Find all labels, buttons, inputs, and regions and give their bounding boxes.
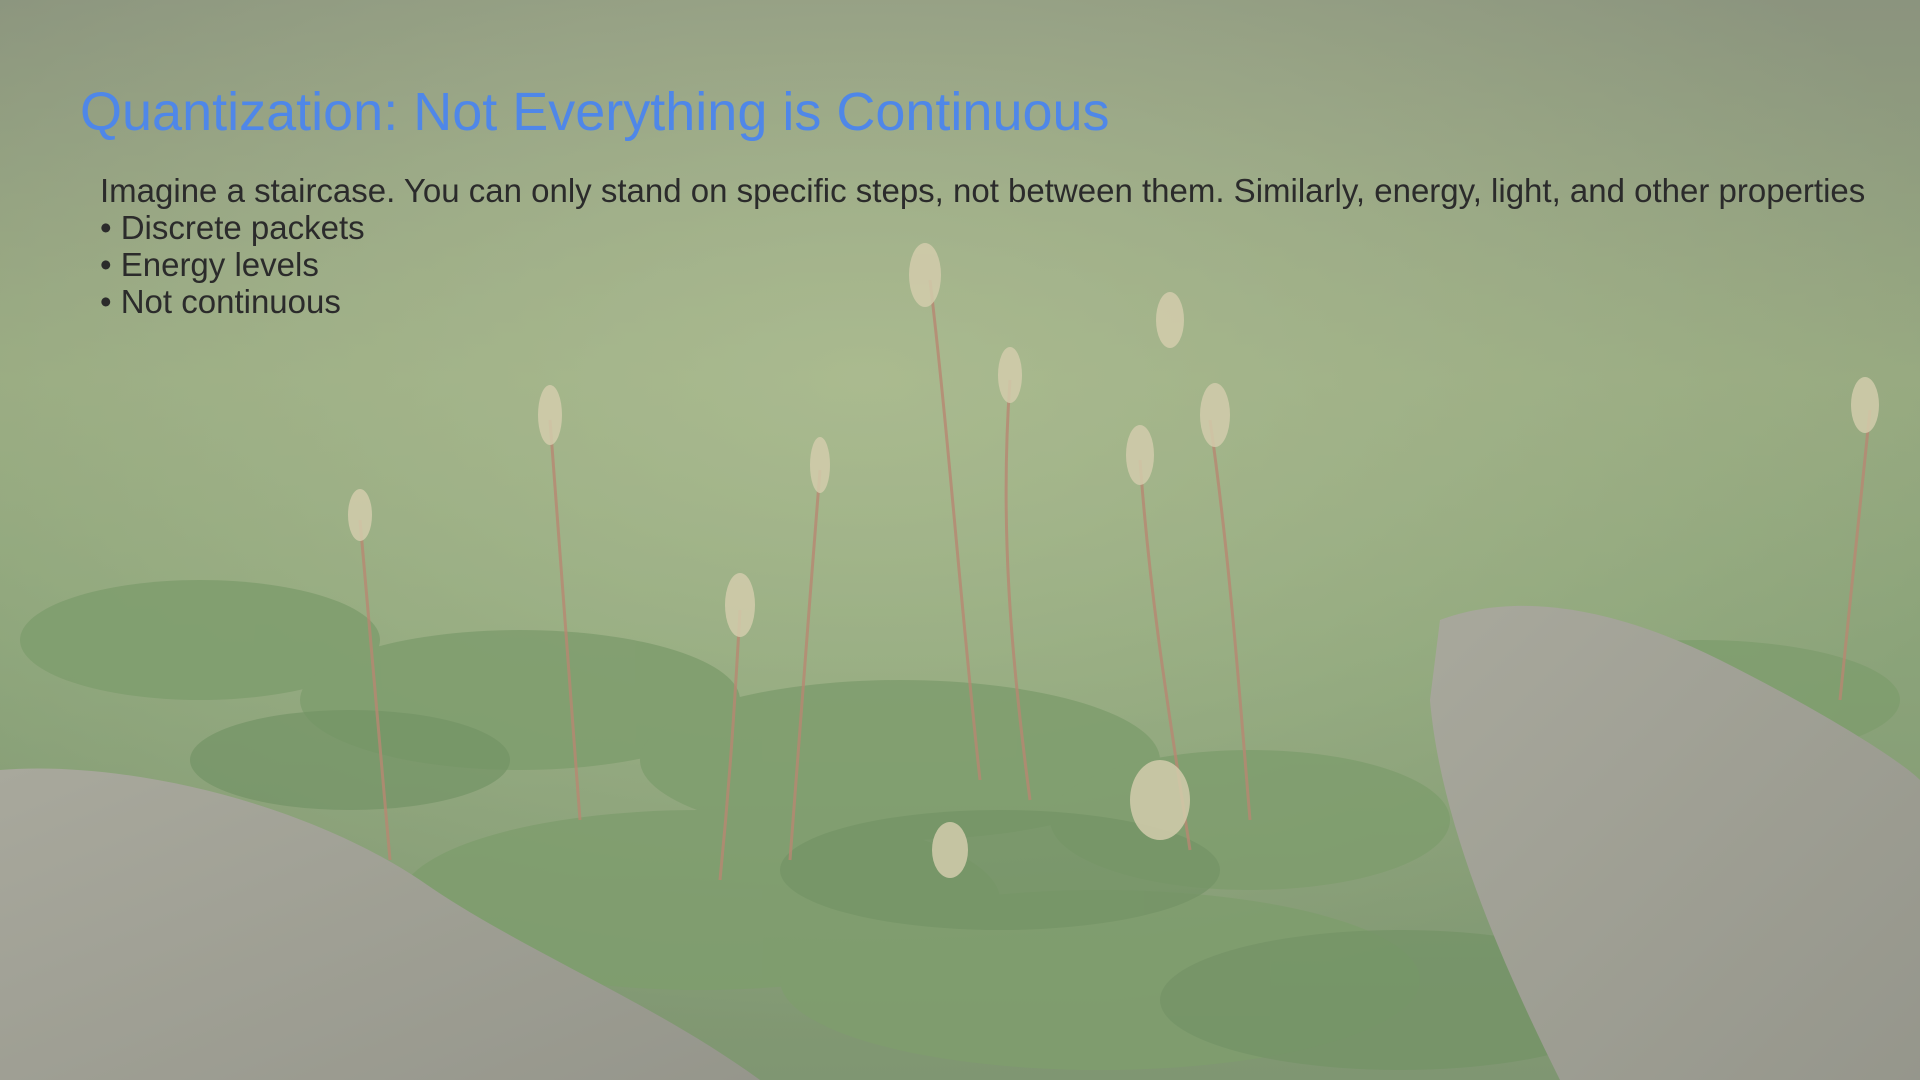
background-dim-overlay: [0, 0, 1920, 1080]
bullet-item: • Not continuous: [100, 283, 341, 320]
slide-body: Imagine a staircase. You can only stand …: [100, 172, 1920, 320]
bullet-item: • Energy levels: [100, 246, 319, 283]
slide: Quantization: Not Everything is Continuo…: [0, 0, 1920, 1080]
bullet-item: • Discrete packets: [100, 209, 365, 246]
intro-paragraph: Imagine a staircase. You can only stand …: [100, 172, 1866, 209]
slide-title: Quantization: Not Everything is Continuo…: [80, 82, 1110, 142]
